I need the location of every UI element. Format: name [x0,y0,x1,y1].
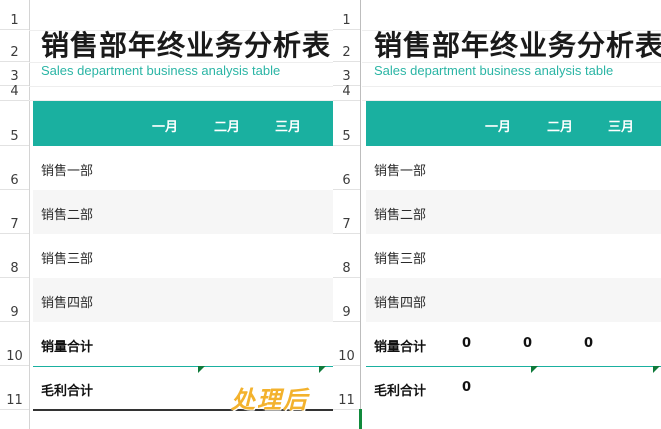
after-processing-stamp: 处理后 [231,386,309,414]
row-number[interactable]: 10 [0,322,29,366]
sheet-pane-before: 1 2 3 4 5 6 7 8 9 10 11 销售部年终业务分析表 Sales… [0,0,333,429]
month-header-mar[interactable]: 三月 [608,116,634,135]
table-row[interactable]: 销售二部 [366,190,661,234]
sheet-pane-after: 销售部年终业务分析表 Sales department business ana… [333,0,661,429]
table-row[interactable]: 销售一部 [366,146,661,190]
row-number[interactable]: 4 [0,84,29,101]
month-header-jan[interactable]: 一月 [485,116,511,135]
row-number[interactable]: 2 [333,30,360,62]
sales-total-row[interactable]: 销量合计 0 0 0 [366,322,661,366]
month-header-feb[interactable]: 二月 [214,116,240,135]
month-header-feb[interactable]: 二月 [547,116,573,135]
month-header-jan[interactable]: 一月 [152,116,178,135]
month-header-mar[interactable]: 三月 [275,116,301,135]
table-row[interactable]: 销售三部 [366,234,661,278]
row-number[interactable]: 7 [0,190,29,234]
row-number[interactable]: 8 [0,234,29,278]
row-number[interactable]: 3 [0,62,29,86]
profit-total-row[interactable]: 毛利合计 0 [366,366,661,410]
profit-total-jan[interactable]: 0 [462,380,471,395]
sheet-subtitle: Sales department business analysis table [41,63,281,78]
month-header-row[interactable]: 一月 二月 三月 [366,101,661,146]
row-number[interactable]: 3 [333,62,360,86]
sheet-subtitle: Sales department business analysis table [374,63,614,78]
table-row[interactable]: 销售四部 [33,278,333,322]
sheet-title: 销售部年终业务分析表 [41,29,332,62]
sales-total-mar[interactable]: 0 [584,336,593,351]
row-number[interactable]: 6 [0,146,29,190]
row-number[interactable]: 1 [0,0,29,30]
table-row[interactable]: 销售三部 [33,234,333,278]
table-row[interactable]: 销售一部 [33,146,333,190]
row-number[interactable]: 8 [333,234,360,278]
row-number[interactable]: 5 [333,101,360,146]
row-number[interactable]: 11 [0,366,29,410]
row-number[interactable]: 6 [333,146,360,190]
sales-total-jan[interactable]: 0 [462,336,471,351]
sales-total-row[interactable]: 销量合计 [33,322,333,366]
sheet-title: 销售部年终业务分析表 [374,29,661,62]
row-number[interactable]: 1 [333,0,360,30]
row-number[interactable]: 11 [333,366,360,410]
row-number[interactable]: 2 [0,30,29,62]
row-number[interactable]: 10 [333,322,360,366]
month-header-row[interactable]: 一月 二月 三月 [33,101,333,146]
table-row[interactable]: 销售二部 [33,190,333,234]
worksheet-grid[interactable]: 销售部年终业务分析表 Sales department business ana… [29,0,333,429]
table-row[interactable]: 销售四部 [366,278,661,322]
row-number[interactable]: 9 [333,278,360,322]
sheet-tab-indicator [359,409,362,429]
pane-divider [360,0,361,429]
worksheet-grid[interactable]: 销售部年终业务分析表 Sales department business ana… [362,0,661,429]
row-header-column: 1 2 3 4 5 6 7 8 9 10 11 [0,0,30,429]
row-header-column: 1 2 3 4 5 6 7 8 9 10 11 [333,0,361,429]
sales-total-feb[interactable]: 0 [523,336,532,351]
row-number[interactable]: 7 [333,190,360,234]
row-number[interactable]: 9 [0,278,29,322]
row-number[interactable]: 4 [333,84,360,101]
row-number[interactable]: 5 [0,101,29,146]
